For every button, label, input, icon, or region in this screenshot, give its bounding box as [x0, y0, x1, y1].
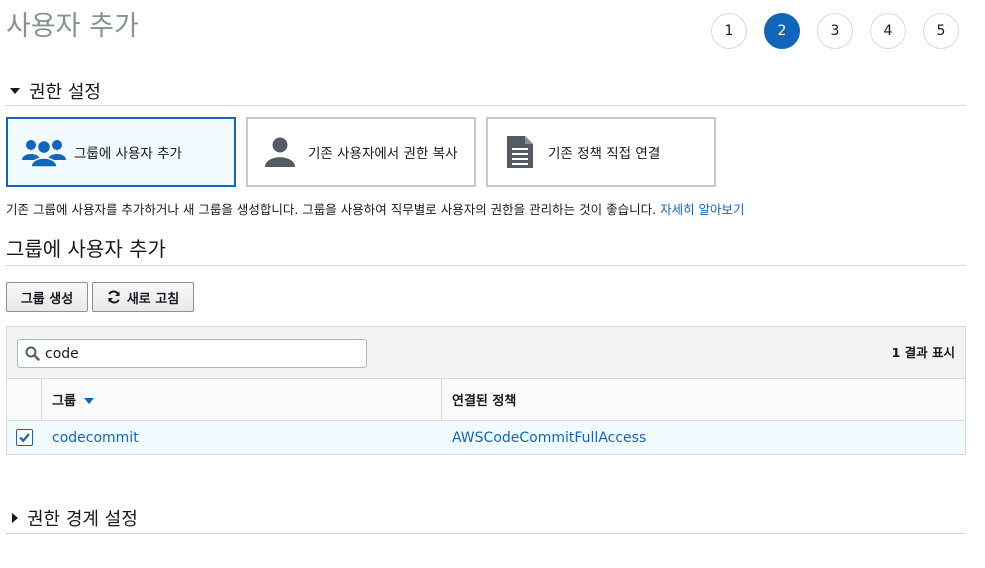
checkmark-icon	[19, 433, 30, 443]
column-header-group-label: 그룹	[52, 394, 76, 409]
column-header-policy-label: 연결된 정책	[452, 394, 517, 409]
groups-heading: 그룹에 사용자 추가	[6, 237, 166, 261]
policy-link[interactable]: AWSCodeCommitFullAccess	[442, 421, 965, 454]
step-1[interactable]: 1	[711, 13, 747, 49]
column-header-group[interactable]: 그룹	[42, 379, 442, 420]
permission-options: 그룹에 사용자 추가 기존 사용자에서 권한 복사 기존 정책 직접 연결	[6, 117, 726, 187]
option-copy-permissions[interactable]: 기존 사용자에서 권한 복사	[246, 117, 476, 187]
group-name-link[interactable]: codecommit	[42, 421, 442, 454]
boundary-heading: 권한 경계 설정	[27, 509, 138, 530]
document-icon	[502, 135, 538, 169]
wizard-steps: 1 2 3 4 5	[711, 13, 976, 49]
permissions-section-toggle[interactable]: 권한 설정	[10, 78, 101, 104]
table-toolbar: 1 결과 표시	[7, 327, 965, 379]
group-icon	[20, 136, 68, 168]
learn-more-link[interactable]: 자세히 알아보기	[660, 202, 744, 217]
permissions-description: 기존 그룹에 사용자를 추가하거나 새 그룹을 생성합니다. 그룹을 사용하여 …	[6, 199, 745, 218]
create-group-label: 그룹 생성	[20, 291, 74, 307]
step-5[interactable]: 5	[923, 13, 959, 49]
permissions-heading: 권한 설정	[29, 82, 101, 103]
boundary-section-toggle[interactable]: 권한 경계 설정	[10, 505, 138, 531]
divider	[6, 533, 966, 534]
option-attach-policy[interactable]: 기존 정책 직접 연결	[486, 117, 716, 187]
divider	[6, 105, 966, 106]
caret-down-icon	[10, 88, 20, 94]
search-icon	[25, 346, 40, 361]
caret-right-icon	[12, 513, 18, 523]
row-checkbox[interactable]	[16, 429, 33, 446]
step-4[interactable]: 4	[870, 13, 906, 49]
refresh-label: 새로 고침	[126, 291, 180, 307]
option-add-to-group[interactable]: 그룹에 사용자 추가	[6, 117, 236, 187]
user-icon	[262, 136, 298, 168]
search-box	[17, 339, 367, 368]
result-count: 1 결과 표시	[891, 345, 955, 360]
step-3[interactable]: 3	[817, 13, 853, 49]
groups-table: 1 결과 표시 그룹 연결된 정책 codecommit AWSCodeComm…	[6, 326, 966, 455]
option-attach-policy-label: 기존 정책 직접 연결	[548, 146, 661, 162]
table-row[interactable]: codecommit AWSCodeCommitFullAccess	[7, 421, 965, 454]
row-select-cell	[7, 421, 42, 454]
create-group-button[interactable]: 그룹 생성	[6, 282, 88, 312]
refresh-button[interactable]: 새로 고침	[92, 282, 194, 312]
sort-down-icon	[83, 397, 94, 404]
step-2[interactable]: 2	[764, 13, 800, 49]
page-title: 사용자 추가	[6, 11, 139, 42]
table-header: 그룹 연결된 정책	[7, 379, 965, 421]
search-input[interactable]	[45, 345, 345, 362]
divider	[6, 265, 966, 266]
description-text: 기존 그룹에 사용자를 추가하거나 새 그룹을 생성합니다. 그룹을 사용하여 …	[6, 202, 657, 217]
header-select-cell	[7, 379, 42, 420]
option-copy-permissions-label: 기존 사용자에서 권한 복사	[308, 146, 458, 162]
column-header-policy[interactable]: 연결된 정책	[442, 379, 965, 420]
refresh-icon	[107, 290, 121, 304]
option-add-to-group-label: 그룹에 사용자 추가	[74, 146, 182, 162]
